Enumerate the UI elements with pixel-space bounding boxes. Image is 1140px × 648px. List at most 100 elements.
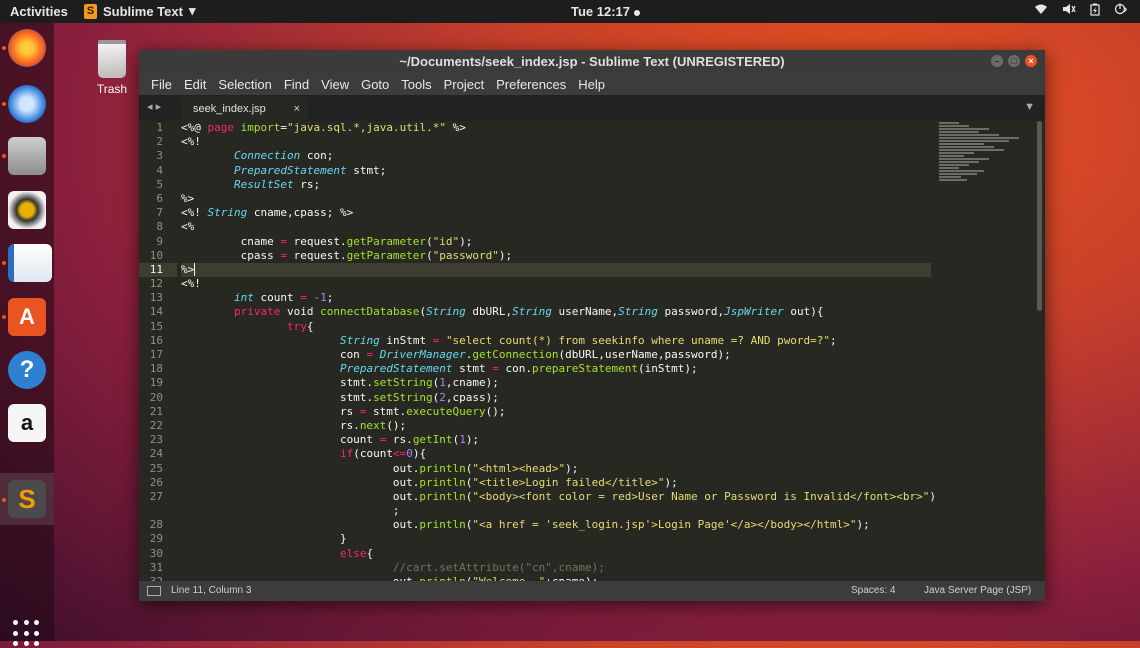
- text-cursor: [194, 262, 196, 276]
- code-token: out.: [181, 489, 420, 503]
- show-applications-icon[interactable]: [13, 620, 41, 648]
- code-token: <%!: [181, 206, 208, 220]
- maximize-icon[interactable]: □: [1008, 55, 1020, 67]
- code-token: setString: [373, 376, 433, 390]
- writer-icon[interactable]: [8, 244, 52, 282]
- code-line[interactable]: count = rs.getInt(1);: [181, 433, 931, 447]
- code-token: (: [426, 234, 433, 248]
- menu-selection[interactable]: Selection: [212, 73, 277, 95]
- files-icon[interactable]: [8, 137, 46, 175]
- window-titlebar[interactable]: ~/Documents/seek_index.jsp - Sublime Tex…: [139, 50, 1045, 73]
- tab-seek-index[interactable]: seek_index.jsp ×: [181, 97, 308, 121]
- minimize-icon[interactable]: –: [991, 55, 1003, 67]
- amazon-icon[interactable]: a: [8, 404, 46, 442]
- app-menu[interactable]: S Sublime Text ▾: [84, 3, 195, 19]
- code-token: );: [498, 248, 513, 262]
- close-icon[interactable]: ×: [1025, 55, 1037, 67]
- power-icon: [1114, 3, 1128, 19]
- code-token: stmt: [452, 362, 493, 376]
- code-token: ,cpass);: [445, 390, 499, 404]
- rhythmbox-icon[interactable]: [8, 191, 46, 229]
- menu-edit[interactable]: Edit: [178, 73, 212, 95]
- menu-help[interactable]: Help: [572, 73, 611, 95]
- code-line[interactable]: }: [181, 532, 931, 546]
- code-token: println: [419, 475, 466, 489]
- menu-goto[interactable]: Goto: [355, 73, 395, 95]
- code-line[interactable]: <%! String cname,cpass; %>: [181, 206, 931, 220]
- code-line[interactable]: rs.next();: [181, 419, 931, 433]
- code-line[interactable]: out.println("<title>Login failed</title>…: [181, 476, 931, 490]
- minimap[interactable]: [939, 121, 1034, 211]
- code-token: String: [207, 206, 248, 220]
- code-line[interactable]: int count = -1;: [181, 291, 931, 305]
- code-token: //cart.setAttribute("cn",cname);: [392, 560, 605, 574]
- activities-button[interactable]: Activities: [10, 4, 68, 19]
- code-line[interactable]: PreparedStatement stmt = con.prepareStat…: [181, 362, 931, 376]
- code-line[interactable]: con = DriverManager.getConnection(dbURL,…: [181, 348, 931, 362]
- code-editor[interactable]: 1 2 3 4 5 6 7 8 9 10 11 12 13 14 15 16 17 18 19 20 21 22 23 24 2…: [139, 121, 1045, 581]
- battery-icon: [1090, 3, 1100, 19]
- code-token: private: [233, 305, 281, 319]
- code-token: getConnection: [472, 348, 559, 361]
- code-line[interactable]: cname = request.getParameter("id");: [181, 235, 931, 249]
- code-token: ): [929, 489, 936, 503]
- code-line[interactable]: private void connectDatabase(String dbUR…: [181, 305, 931, 319]
- code-token: (: [426, 248, 433, 262]
- code-line[interactable]: out.println("<html><head>");: [181, 462, 931, 476]
- indentation-setting[interactable]: Spaces: 4: [851, 581, 895, 601]
- code-line[interactable]: PreparedStatement stmt;: [181, 164, 931, 178]
- menu-find[interactable]: Find: [278, 73, 315, 95]
- app-menu-label: Sublime Text: [103, 3, 183, 19]
- tab-nav-arrows-icon[interactable]: ◂ ▸: [147, 100, 161, 113]
- software-center-icon[interactable]: A: [8, 298, 46, 336]
- code-line[interactable]: %>: [181, 192, 931, 206]
- code-line[interactable]: String inStmt = "select count(*) from se…: [181, 334, 931, 348]
- menu-preferences[interactable]: Preferences: [490, 73, 572, 95]
- thunderbird-icon[interactable]: [8, 85, 46, 123]
- code-line[interactable]: <%@ page import="java.sql.*,java.util.*"…: [181, 121, 931, 135]
- tab-close-icon[interactable]: ×: [294, 97, 300, 121]
- clock[interactable]: Tue 12:17: [571, 4, 641, 19]
- code-line[interactable]: <%!: [181, 277, 931, 291]
- menu-view[interactable]: View: [315, 73, 355, 95]
- tab-dropdown-icon[interactable]: ▼: [1024, 101, 1035, 113]
- desktop-trash[interactable]: Trash: [92, 40, 132, 96]
- code-line[interactable]: ResultSet rs;: [181, 178, 931, 192]
- code-line[interactable]: stmt.setString(2,cpass);: [181, 391, 931, 405]
- code-line[interactable]: <%: [181, 220, 931, 234]
- code-line[interactable]: else{: [181, 547, 931, 561]
- help-icon[interactable]: ?: [8, 351, 46, 389]
- cursor-position[interactable]: Line 11, Column 3: [171, 581, 251, 601]
- menu-project[interactable]: Project: [438, 73, 490, 95]
- syntax-selector[interactable]: Java Server Page (JSP): [924, 581, 1031, 601]
- vertical-scrollbar[interactable]: [1037, 121, 1042, 311]
- menu-file[interactable]: File: [145, 73, 178, 95]
- firefox-icon[interactable]: [8, 29, 46, 67]
- code-line[interactable]: ;: [181, 504, 931, 518]
- line-number: 11: [139, 262, 177, 278]
- code-token: DriverManager: [379, 348, 466, 361]
- code-line[interactable]: <%!: [181, 135, 931, 149]
- code-area[interactable]: <%@ page import="java.sql.*,java.util.*"…: [181, 121, 936, 581]
- code-line[interactable]: //cart.setAttribute("cn",cname);: [181, 561, 931, 575]
- code-line[interactable]: try{: [181, 320, 931, 334]
- menu-tools[interactable]: Tools: [395, 73, 437, 95]
- code-line[interactable]: %>: [181, 262, 931, 278]
- code-line[interactable]: Connection con;: [181, 149, 931, 163]
- system-tray[interactable]: [1034, 3, 1128, 19]
- code-line[interactable]: stmt.setString(1,cname);: [181, 376, 931, 390]
- panel-toggle-icon[interactable]: [147, 586, 161, 596]
- code-line[interactable]: rs = stmt.executeQuery();: [181, 405, 931, 419]
- code-line[interactable]: cpass = request.getParameter("password")…: [181, 249, 931, 263]
- code-token: userName,: [551, 305, 619, 319]
- code-line[interactable]: out.println("<a href = 'seek_login.jsp'>…: [181, 518, 931, 532]
- sublime-text-icon[interactable]: S: [8, 480, 46, 518]
- code-line[interactable]: if(count<=0){: [181, 447, 931, 461]
- code-line[interactable]: out.println("<body><font color = red>Use…: [181, 489, 936, 504]
- line-number: 2: [156, 135, 163, 149]
- line-number: 19: [149, 376, 163, 390]
- code-token: "<body><font color = red>User Name or Pa…: [472, 489, 930, 503]
- line-number: 16: [149, 333, 163, 347]
